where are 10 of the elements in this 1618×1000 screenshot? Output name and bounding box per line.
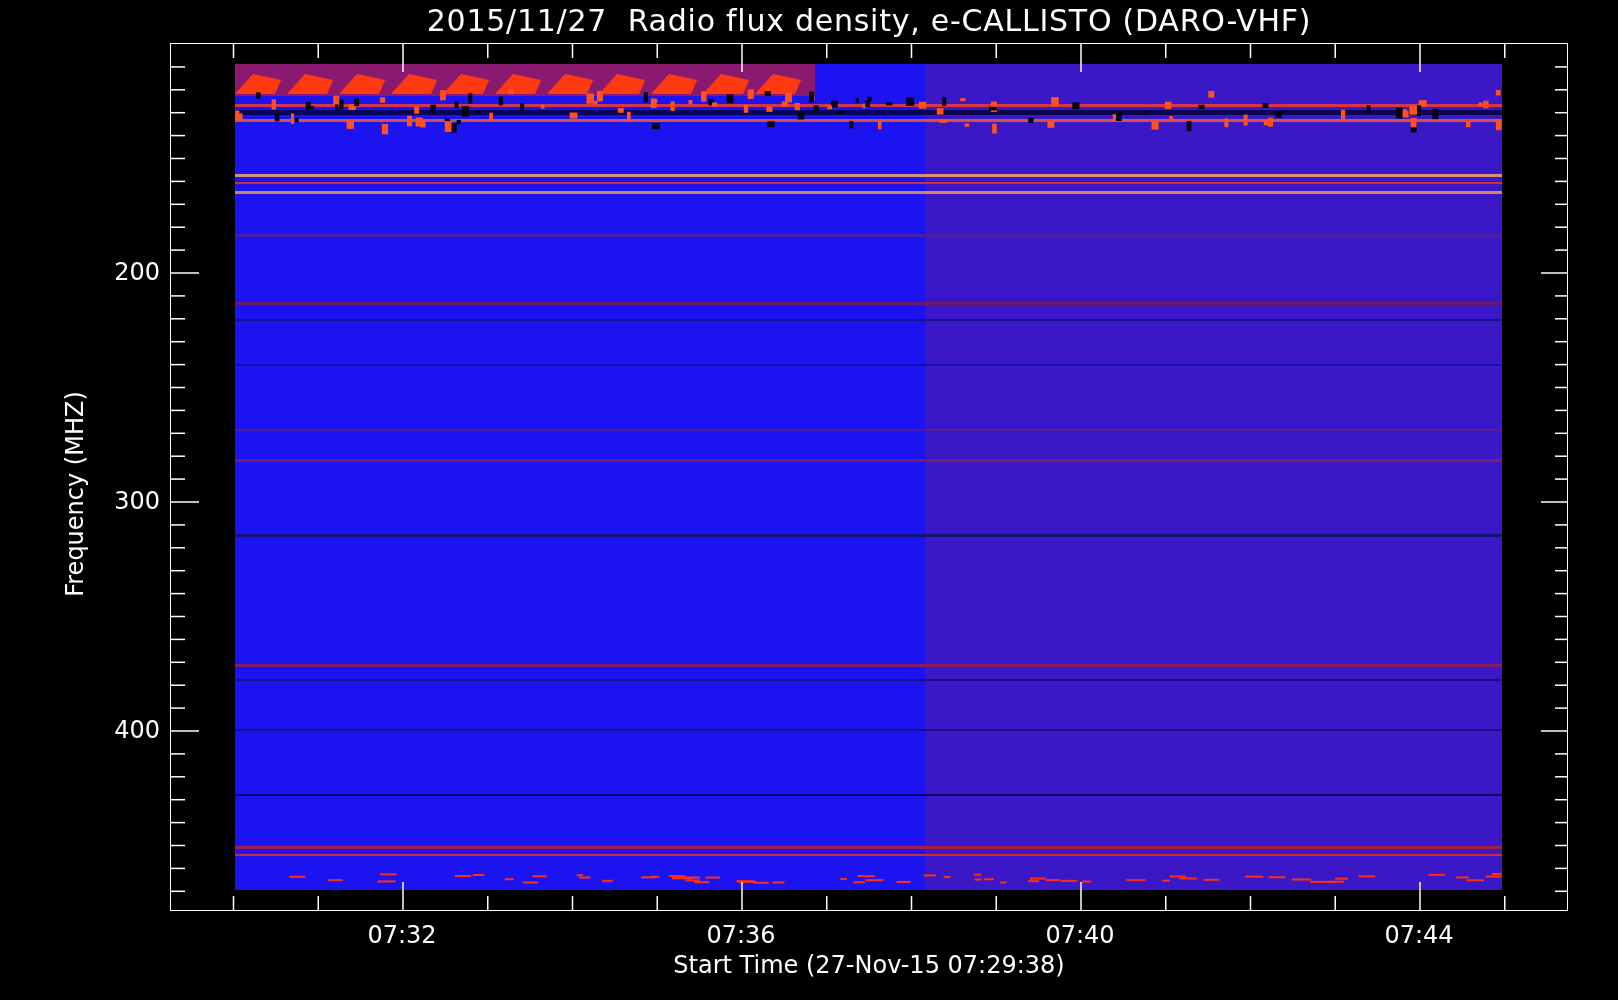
- x-tick-label: 07:32: [367, 921, 437, 949]
- chart-title: 2015/11/27 Radio flux density, e-CALLISTO (DARO-VHF): [426, 2, 1312, 40]
- y-tick-label: 400: [114, 716, 160, 744]
- y-tick-label: 300: [114, 487, 160, 515]
- y-tick-label: 200: [114, 258, 160, 286]
- x-tick-label: 07:40: [1045, 921, 1115, 949]
- x-tick-label: 07:44: [1384, 921, 1454, 949]
- y-axis-title: Frequency (MHZ): [61, 391, 89, 597]
- x-axis-title: Start Time (27-Nov-15 07:29:38): [673, 951, 1065, 979]
- x-tick-label: 07:36: [706, 921, 776, 949]
